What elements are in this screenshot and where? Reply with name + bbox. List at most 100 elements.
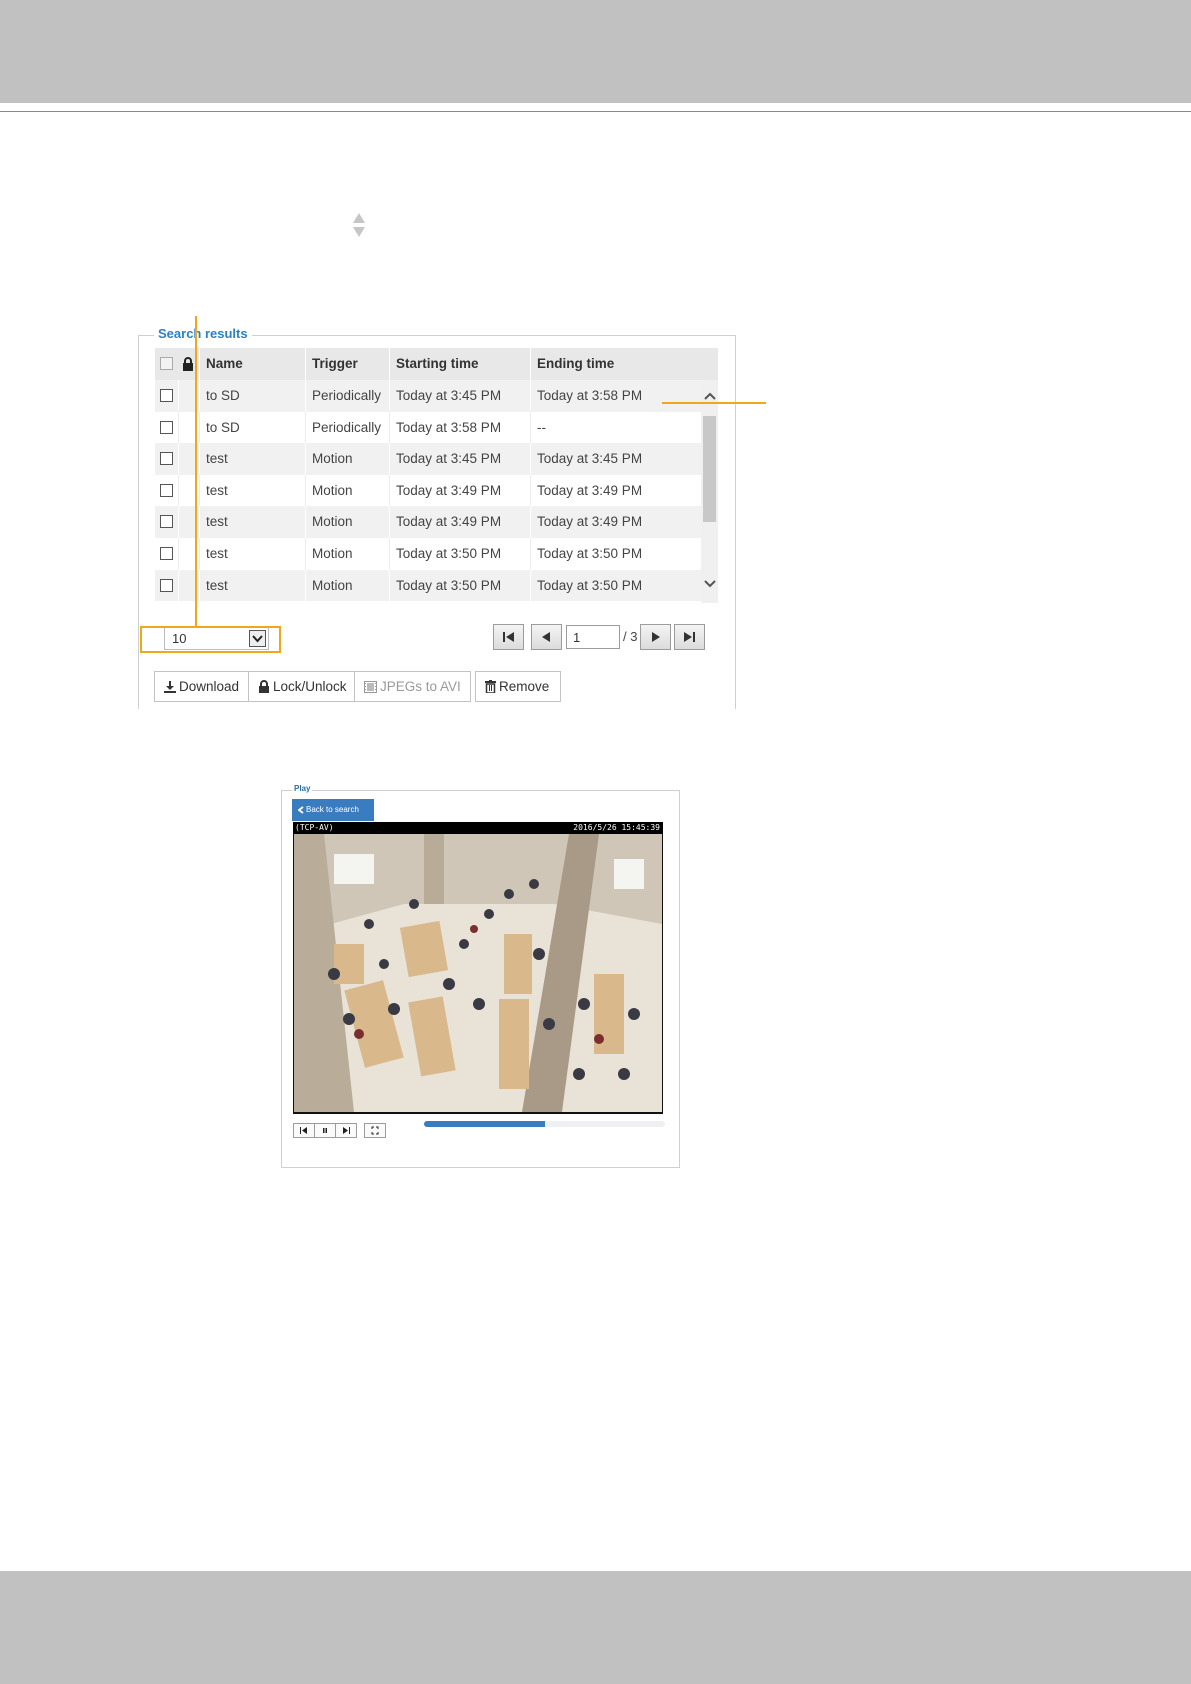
row-trigger: Motion (305, 569, 389, 602)
lock-icon (183, 357, 193, 371)
header-rule (0, 111, 1191, 112)
chevron-left-icon (298, 806, 304, 814)
row-end: -- (530, 411, 701, 444)
row-name: to SD (199, 411, 305, 444)
row-checkbox[interactable] (160, 515, 173, 529)
row-end: Today at 3:58 PM (530, 380, 701, 412)
skip-forward-icon (343, 1127, 350, 1134)
row-trigger: Periodically (305, 380, 389, 412)
pause-icon (323, 1128, 327, 1133)
download-button[interactable]: Download (154, 671, 249, 702)
row-start: Today at 3:50 PM (389, 538, 530, 570)
remove-button[interactable]: Remove (475, 671, 561, 702)
playback-progress-bar[interactable] (424, 1121, 665, 1127)
rewind-button[interactable] (293, 1123, 315, 1138)
table-row[interactable]: test Motion Today at 3:50 PM Today at 3:… (155, 538, 701, 570)
row-name: test (199, 474, 305, 507)
last-page-icon (684, 632, 695, 642)
row-end: Today at 3:49 PM (530, 474, 701, 507)
lock-unlock-label: Lock/Unlock (273, 679, 347, 694)
row-end: Today at 3:50 PM (530, 569, 701, 602)
remove-label: Remove (499, 679, 550, 694)
row-checkbox[interactable] (160, 420, 173, 434)
row-start: Today at 3:58 PM (389, 411, 530, 444)
row-name: test (199, 569, 305, 602)
table-row[interactable]: test Motion Today at 3:49 PM Today at 3:… (155, 506, 701, 538)
next-page-button[interactable] (640, 624, 671, 650)
row-end: Today at 3:49 PM (530, 506, 701, 538)
row-trigger: Motion (305, 474, 389, 507)
download-label: Download (179, 679, 240, 694)
footer-band (0, 1571, 1191, 1684)
search-results-legend: Search results (154, 326, 252, 341)
fullscreen-button[interactable] (364, 1123, 386, 1138)
back-to-search-label: Back to search (306, 805, 359, 814)
film-icon (364, 681, 377, 693)
row-end: Today at 3:50 PM (530, 538, 701, 570)
row-name: test (199, 538, 305, 570)
row-start: Today at 3:50 PM (389, 569, 530, 602)
row-trigger: Periodically (305, 411, 389, 444)
select-all-checkbox[interactable] (160, 357, 173, 370)
row-checkbox[interactable] (160, 389, 173, 402)
first-page-icon (503, 632, 514, 642)
table-header: Name Trigger type Starting time Ending t… (155, 348, 718, 403)
back-to-search-button[interactable]: Back to search (292, 799, 374, 821)
video-player[interactable]: (TCP-AV) 2016/5/26 15:45:39 (293, 822, 663, 1114)
page-number-input[interactable]: 1 (566, 625, 620, 649)
page-total: / 3 (623, 629, 638, 644)
row-name: to SD (199, 380, 305, 412)
table-row[interactable]: test Motion Today at 3:49 PM Today at 3:… (155, 474, 701, 507)
sort-arrows-icon (353, 213, 365, 237)
row-start: Today at 3:49 PM (389, 506, 530, 538)
row-trigger: Motion (305, 506, 389, 538)
last-page-button[interactable] (674, 624, 705, 650)
stream-label: (TCP-AV) (295, 823, 334, 832)
row-name: test (199, 506, 305, 538)
lock-unlock-button[interactable]: Lock/Unlock (248, 671, 355, 702)
prev-page-icon (542, 632, 550, 642)
row-checkbox[interactable] (160, 483, 173, 497)
play-legend: Play (292, 784, 313, 793)
scroll-down-icon[interactable] (704, 580, 716, 588)
col-trigger-type[interactable]: Trigger type (305, 348, 389, 403)
trash-icon (485, 680, 496, 694)
skip-back-icon (300, 1127, 307, 1134)
scroll-thumb[interactable] (703, 416, 716, 522)
download-icon (164, 681, 176, 693)
lock-icon (259, 680, 269, 693)
table-row[interactable]: to SD Periodically Today at 3:58 PM -- (155, 411, 701, 444)
jpegs-to-avi-button[interactable]: JPEGs to AVI (354, 671, 471, 702)
annotation-line-per-page (195, 316, 197, 626)
row-checkbox[interactable] (160, 547, 173, 560)
forward-button[interactable] (335, 1123, 357, 1138)
row-checkbox[interactable] (160, 452, 173, 466)
row-start: Today at 3:45 PM (389, 380, 530, 412)
col-ending-time[interactable]: Ending time (530, 348, 718, 380)
row-trigger: Motion (305, 443, 389, 475)
table-row[interactable]: test Motion Today at 3:50 PM Today at 3:… (155, 569, 701, 602)
search-results-table: Name Trigger type Starting time Ending t… (155, 348, 718, 603)
next-page-icon (652, 632, 660, 642)
annotation-line-scrollbar (662, 402, 766, 404)
video-overlay-bar: (TCP-AV) 2016/5/26 15:45:39 (293, 822, 663, 834)
row-start: Today at 3:45 PM (389, 443, 530, 475)
col-name[interactable]: Name (199, 348, 305, 380)
scroll-up-icon[interactable] (704, 392, 716, 400)
fullscreen-icon (371, 1126, 379, 1135)
row-trigger: Motion (305, 538, 389, 570)
table-scrollbar[interactable] (701, 380, 718, 603)
prev-page-button[interactable] (531, 624, 562, 650)
row-name: test (199, 443, 305, 475)
jpegs-to-avi-label: JPEGs to AVI (380, 679, 461, 694)
row-end: Today at 3:45 PM (530, 443, 701, 475)
row-start: Today at 3:49 PM (389, 474, 530, 507)
table-row[interactable]: test Motion Today at 3:45 PM Today at 3:… (155, 443, 701, 475)
playback-progress-fill (424, 1121, 545, 1127)
pause-button[interactable] (314, 1123, 336, 1138)
table-row[interactable]: to SD Periodically Today at 3:45 PM Toda… (155, 380, 701, 412)
per-page-highlight (140, 626, 281, 653)
col-starting-time[interactable]: Starting time (389, 348, 530, 380)
row-checkbox[interactable] (160, 578, 173, 592)
first-page-button[interactable] (493, 624, 524, 650)
